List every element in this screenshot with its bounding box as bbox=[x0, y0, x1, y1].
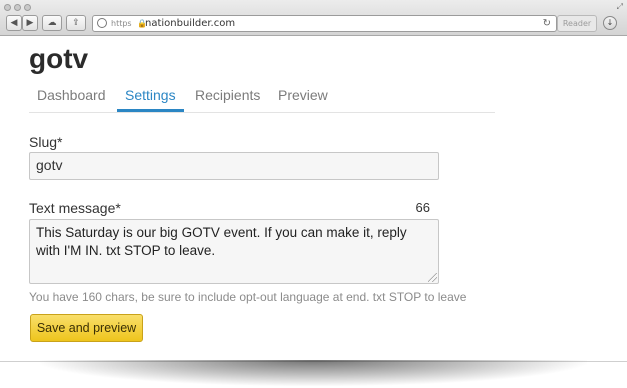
fullscreen-icon[interactable]: ⤢ bbox=[617, 2, 623, 12]
forward-button[interactable]: ▶ bbox=[22, 15, 38, 31]
tab-bar: Dashboard Settings Recipients Preview bbox=[29, 84, 495, 113]
icloud-button[interactable]: ☁ bbox=[42, 15, 62, 31]
textarea-resize-handle[interactable] bbox=[428, 273, 437, 282]
page-title: gotv bbox=[29, 43, 89, 74]
tab-recipients[interactable]: Recipients bbox=[187, 84, 268, 112]
text-message-field[interactable]: This Saturday is our big GOTV event. If … bbox=[29, 219, 439, 284]
address-bar[interactable]: https 🔒 nationbuilder.com ↻ bbox=[92, 15, 557, 32]
forward-icon: ▶ bbox=[26, 18, 34, 28]
character-hint: You have 160 chars, be sure to include o… bbox=[29, 290, 467, 304]
share-icon: ⇪ bbox=[72, 18, 80, 28]
slug-input[interactable]: gotv bbox=[29, 152, 439, 180]
url-scheme: https bbox=[111, 19, 132, 28]
tab-preview[interactable]: Preview bbox=[270, 84, 336, 112]
character-counter: 66 bbox=[415, 200, 430, 215]
reload-icon[interactable]: ↻ bbox=[543, 17, 551, 30]
cloud-icon: ☁ bbox=[47, 18, 57, 28]
zoom-window-icon[interactable] bbox=[24, 4, 31, 11]
save-and-preview-button[interactable]: Save and preview bbox=[30, 314, 143, 342]
reader-button[interactable]: Reader bbox=[557, 15, 597, 32]
text-message-label: Text message* bbox=[29, 200, 121, 216]
share-button[interactable]: ⇪ bbox=[66, 15, 86, 31]
tab-settings[interactable]: Settings bbox=[117, 84, 184, 112]
slug-label: Slug* bbox=[29, 134, 63, 150]
url-domain: nationbuilder.com bbox=[145, 18, 236, 29]
globe-icon bbox=[97, 18, 107, 28]
window-shadow bbox=[40, 360, 587, 386]
close-window-icon[interactable] bbox=[4, 4, 11, 11]
minimize-window-icon[interactable] bbox=[14, 4, 21, 11]
tab-dashboard[interactable]: Dashboard bbox=[29, 84, 114, 112]
back-button[interactable]: ◀ bbox=[6, 15, 22, 31]
browser-toolbar: ⤢ ◀ ▶ ☁ ⇪ https 🔒 nationbuilder.com ↻ Re… bbox=[0, 0, 627, 36]
browser-window: ⤢ ◀ ▶ ☁ ⇪ https 🔒 nationbuilder.com ↻ Re… bbox=[0, 0, 627, 362]
back-icon: ◀ bbox=[10, 18, 18, 28]
download-icon[interactable]: ↓ bbox=[603, 16, 617, 30]
